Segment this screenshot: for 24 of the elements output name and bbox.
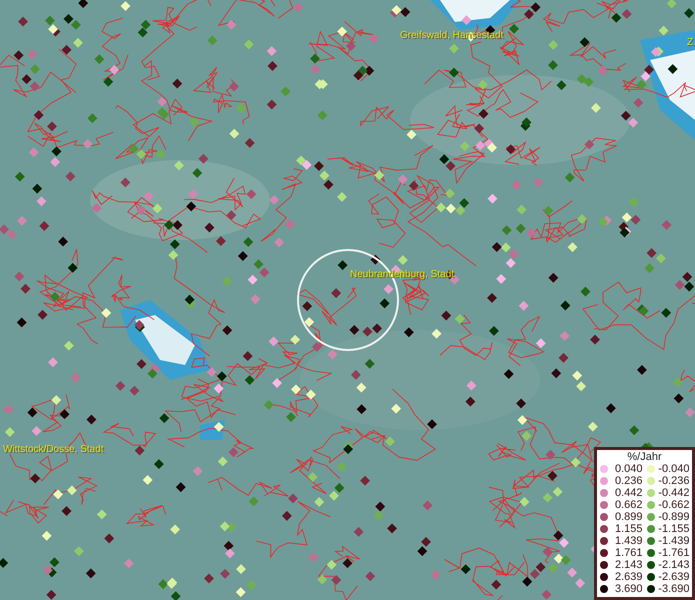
legend-value: 1.155 bbox=[614, 523, 642, 535]
legend-value: 1.761 bbox=[614, 547, 642, 559]
legend-value: 0.899 bbox=[614, 511, 642, 523]
legend-value: -0.899 bbox=[658, 511, 690, 523]
legend-value: -0.662 bbox=[658, 499, 690, 511]
legend-value: 2.639 bbox=[614, 571, 642, 583]
legend-value: -0.442 bbox=[658, 487, 690, 499]
legend-value: 0.040 bbox=[614, 463, 642, 475]
legend-value: 1.439 bbox=[614, 535, 642, 547]
legend-value: 0.662 bbox=[614, 499, 642, 511]
legend-value: -2.639 bbox=[658, 571, 690, 583]
legend-value: 0.442 bbox=[614, 487, 642, 499]
legend-value: -1.155 bbox=[658, 523, 690, 535]
legend-value: 2.143 bbox=[614, 559, 642, 571]
legend-value: -0.236 bbox=[658, 475, 690, 487]
legend-value: -1.439 bbox=[658, 535, 690, 547]
legend-value: 0.236 bbox=[614, 475, 642, 487]
legend-value: -0.040 bbox=[658, 463, 690, 475]
legend-value: -3.690 bbox=[658, 583, 690, 595]
legend-title: %/Jahr bbox=[627, 451, 662, 463]
legend-value: -1.761 bbox=[658, 547, 690, 559]
legend-value: 3.690 bbox=[614, 583, 642, 595]
legend-value: -2.143 bbox=[658, 559, 690, 571]
place-label: Z bbox=[687, 37, 694, 48]
